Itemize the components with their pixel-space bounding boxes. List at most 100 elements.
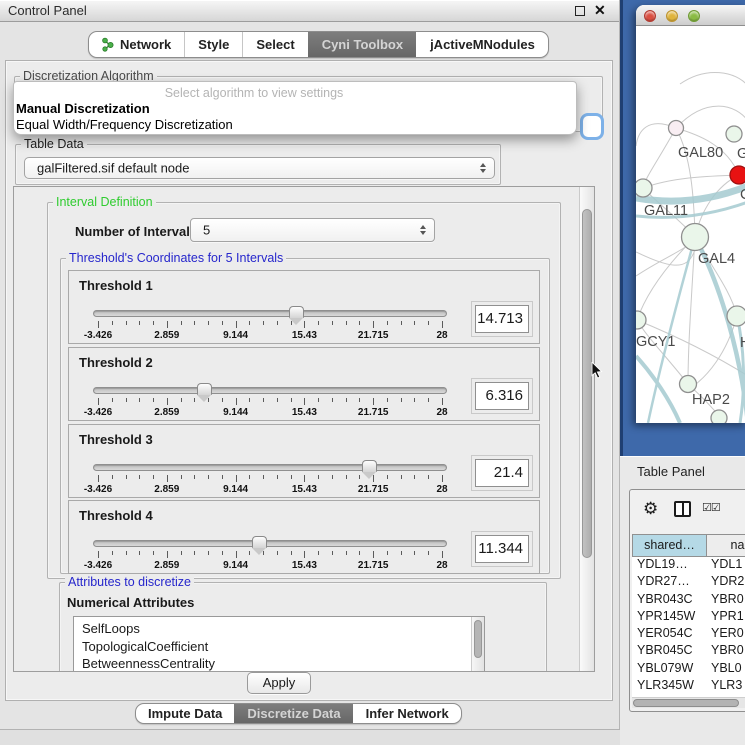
table-row[interactable]: YPR145WYPR1 bbox=[632, 609, 745, 626]
float-panel-icon[interactable] bbox=[575, 6, 585, 16]
attribute-list-item[interactable]: SelfLoops bbox=[74, 620, 484, 638]
threshold-panel-1: Threshold 1-3.4262.8599.14415.4321.71528… bbox=[68, 270, 540, 344]
threshold-2-value-field[interactable]: 6.316 bbox=[471, 378, 533, 414]
dropdown-option-equal-width[interactable]: Equal Width/Frequency Discretization bbox=[16, 117, 233, 132]
threshold-label: Threshold 3 bbox=[79, 432, 153, 447]
combobox-arrows-icon bbox=[420, 225, 426, 235]
node-label: G bbox=[737, 146, 745, 162]
table-row[interactable]: YER054CYER0 bbox=[632, 626, 745, 643]
interval-definition-title: Interval Definition bbox=[53, 195, 156, 209]
column-layout-icon[interactable] bbox=[674, 501, 691, 517]
slider-tick-label: 15.43 bbox=[292, 407, 317, 418]
dropdown-option-manual[interactable]: Manual Discretization bbox=[16, 101, 150, 116]
table-body[interactable]: YDL19…YDL1YDR27…YDR2YBR043CYBR0YPR145WYP… bbox=[632, 557, 745, 697]
slider-thumb[interactable] bbox=[362, 460, 377, 472]
algorithm-dropdown-popup: Select algorithm to view settings Manual… bbox=[13, 81, 577, 135]
list-scrollbar[interactable] bbox=[471, 617, 484, 672]
column-header-name[interactable]: na bbox=[707, 534, 745, 557]
tab-discretize-data[interactable]: Discretize Data bbox=[234, 704, 352, 723]
network-node bbox=[727, 306, 745, 326]
tab-jactivemnodules[interactable]: jActiveMNodules bbox=[416, 32, 548, 57]
slider-tick-label: -3.426 bbox=[84, 560, 112, 571]
table-row[interactable]: YDL19…YDL1 bbox=[632, 557, 745, 574]
numerical-attributes-list[interactable]: SelfLoopsTopologicalCoefficientBetweenne… bbox=[73, 616, 485, 672]
slider-track[interactable] bbox=[93, 387, 447, 394]
threshold-4-value-field[interactable]: 11.344 bbox=[471, 531, 533, 567]
thresholds-group: Threshold's Coordinates for 5 Intervals … bbox=[60, 258, 550, 574]
control-panel-titlebar[interactable]: Control Panel ✕ bbox=[0, 0, 619, 22]
slider-tick-label: 28 bbox=[436, 560, 447, 571]
cell-name: YBL0 bbox=[707, 661, 742, 675]
slider-tick-label: 28 bbox=[436, 407, 447, 418]
node-label: C bbox=[740, 187, 745, 203]
tab-cyni-toolbox[interactable]: Cyni Toolbox bbox=[308, 32, 416, 57]
cell-shared-name: YER054C bbox=[632, 626, 707, 640]
attribute-list-item[interactable]: TopologicalCoefficient bbox=[74, 638, 484, 656]
table-row[interactable]: YBL079WYBL0 bbox=[632, 661, 745, 678]
slider-tick-label: 28 bbox=[436, 330, 447, 341]
scrollbar-thumb[interactable] bbox=[582, 209, 592, 558]
slider-thumb[interactable] bbox=[197, 383, 212, 395]
threshold-2-slider[interactable]: -3.4262.8599.14415.4321.71528 bbox=[91, 382, 449, 420]
table-row[interactable]: YDR27…YDR2 bbox=[632, 574, 745, 591]
attributes-group: Attributes to discretize Numerical Attri… bbox=[59, 582, 547, 672]
control-panel-window: Control Panel ✕ NetworkStyleSelectCyni T… bbox=[0, 0, 620, 745]
tab-style[interactable]: Style bbox=[184, 32, 242, 57]
numerical-attributes-label: Numerical Attributes bbox=[67, 595, 194, 610]
tab-network[interactable]: Network bbox=[89, 32, 184, 57]
dropdown-prompt-item[interactable]: Select algorithm to view settings bbox=[14, 86, 494, 100]
network-node bbox=[680, 376, 697, 393]
settings-scrollbar[interactable] bbox=[579, 187, 595, 672]
thresholds-group-title: Threshold's Coordinates for 5 Intervals bbox=[66, 251, 286, 265]
table-header: shared… na bbox=[632, 534, 745, 557]
cell-name: YBR0 bbox=[707, 643, 744, 657]
threshold-4-slider[interactable]: -3.4262.8599.14415.4321.71528 bbox=[91, 535, 449, 573]
select-columns-icon[interactable]: ☑☑ bbox=[702, 501, 720, 514]
apply-button[interactable]: Apply bbox=[247, 672, 311, 694]
slider-tick-label: 21.715 bbox=[358, 407, 389, 418]
table-data-combobox[interactable]: galFiltered.sif default node bbox=[24, 157, 495, 179]
table-data-value: galFiltered.sif default node bbox=[37, 161, 189, 176]
table-row[interactable]: YBR045CYBR0 bbox=[632, 643, 745, 660]
cyni-toolbox-content: Discretization Algorithm Table Data galF… bbox=[5, 60, 613, 701]
threshold-1-slider[interactable]: -3.4262.8599.14415.4321.71528 bbox=[91, 305, 449, 343]
slider-thumb[interactable] bbox=[252, 536, 267, 548]
slider-track[interactable] bbox=[93, 310, 447, 317]
threshold-3-value-field[interactable]: 21.4 bbox=[471, 455, 533, 491]
minimize-traffic-light[interactable] bbox=[666, 10, 678, 22]
column-header-shared-name[interactable]: shared… bbox=[632, 534, 707, 557]
slider-tick-label: 9.144 bbox=[223, 484, 248, 495]
threshold-3-slider[interactable]: -3.4262.8599.14415.4321.71528 bbox=[91, 459, 449, 497]
tab-infer-network[interactable]: Infer Network bbox=[353, 704, 461, 723]
table-horizontal-scrollbar[interactable] bbox=[632, 697, 745, 708]
slider-tick-label: 2.859 bbox=[154, 484, 179, 495]
table-panel-title: Table Panel bbox=[637, 464, 705, 479]
slider-tick-label: 21.715 bbox=[358, 330, 389, 341]
table-row[interactable]: YBR043CYBR0 bbox=[632, 592, 745, 609]
cell-shared-name: YPR145W bbox=[632, 609, 707, 623]
network-window-titlebar[interactable] bbox=[636, 5, 745, 26]
slider-tick-label: -3.426 bbox=[84, 407, 112, 418]
settings-panel: Interval Definition Number of Intervals … bbox=[13, 186, 595, 672]
tab-impute-data[interactable]: Impute Data bbox=[136, 704, 234, 723]
close-icon[interactable]: ✕ bbox=[594, 2, 606, 19]
network-node bbox=[636, 311, 646, 329]
close-traffic-light[interactable] bbox=[644, 10, 656, 22]
algorithm-combobox[interactable] bbox=[580, 113, 604, 140]
scrollbar-thumb[interactable] bbox=[633, 699, 739, 707]
number-of-intervals-combobox[interactable]: 5 bbox=[190, 218, 435, 242]
table-data-group: Table Data galFiltered.sif default node bbox=[15, 144, 501, 185]
slider-thumb[interactable] bbox=[289, 306, 304, 318]
gear-icon[interactable]: ⚙ bbox=[643, 499, 658, 519]
slider-track[interactable] bbox=[93, 540, 447, 547]
network-view-window[interactable]: GAL80 G GAL11 C GAL4 GCY1 H HAP2 bbox=[636, 5, 745, 423]
number-of-intervals-value: 5 bbox=[203, 223, 210, 238]
tab-select[interactable]: Select bbox=[242, 32, 307, 57]
attribute-list-item[interactable]: BetweennessCentrality bbox=[74, 655, 484, 672]
control-panel-tabs: NetworkStyleSelectCyni ToolboxjActiveMNo… bbox=[88, 31, 549, 58]
table-row[interactable]: YLR345WYLR3 bbox=[632, 678, 745, 695]
threshold-1-value-field[interactable]: 14.713 bbox=[471, 301, 533, 337]
slider-track[interactable] bbox=[93, 464, 447, 471]
network-canvas[interactable]: GAL80 G GAL11 C GAL4 GCY1 H HAP2 bbox=[636, 26, 745, 423]
zoom-traffic-light[interactable] bbox=[688, 10, 700, 22]
